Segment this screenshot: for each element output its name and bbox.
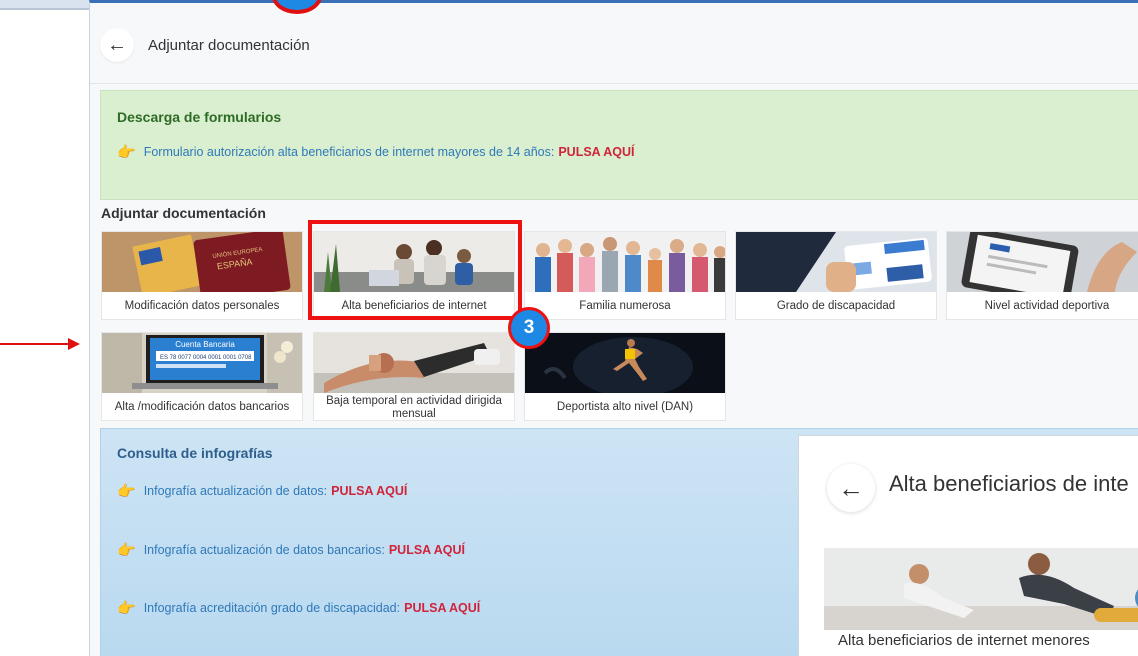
highlight-box bbox=[308, 220, 522, 320]
infographic-link-cta[interactable]: PULSA AQUÍ bbox=[404, 601, 480, 615]
card-label: Grado de discapacidad bbox=[776, 300, 896, 313]
card-baja-temporal[interactable]: Baja temporal en actividad dirigida mens… bbox=[313, 332, 515, 421]
infographic-link-row: 👉 Infografía actualización de datos: PUL… bbox=[117, 482, 407, 500]
card-label: Modificación datos personales bbox=[124, 300, 280, 313]
passport-image: UNIÓN EUROPEA ESPAÑA bbox=[102, 232, 302, 292]
pointing-hand-icon: 👉 bbox=[117, 144, 136, 161]
pointing-hand-icon: 👉 bbox=[117, 483, 136, 500]
top-window-strip bbox=[0, 0, 90, 10]
card-modificacion-datos-personales[interactable]: UNIÓN EUROPEA ESPAÑA Modificación datos … bbox=[101, 231, 303, 320]
disability-card-image bbox=[736, 232, 936, 292]
panel-title: Alta beneficiarios de inte bbox=[889, 471, 1129, 496]
header-divider bbox=[90, 83, 1138, 84]
infographic-link-cta[interactable]: PULSA AQUÍ bbox=[331, 484, 407, 498]
athlete-image bbox=[525, 333, 725, 393]
infographics-title: Consulta de infografías bbox=[117, 445, 273, 461]
back-button[interactable]: ← bbox=[100, 28, 134, 62]
infographic-link-text[interactable]: Infografía actualización de datos bancar… bbox=[144, 543, 385, 557]
infographic-link-row: 👉 Infografía actualización de datos banc… bbox=[117, 541, 465, 559]
panel-card[interactable]: Alta beneficiarios de internet menores bbox=[824, 548, 1138, 656]
download-link-text[interactable]: Formulario autorización alta beneficiari… bbox=[144, 145, 555, 159]
large-family-image bbox=[525, 232, 725, 292]
downloads-title: Descarga de formularios bbox=[117, 109, 282, 125]
detail-panel: ← Alta beneficiarios de inte Alta benefi… bbox=[798, 435, 1138, 656]
download-link-cta[interactable]: PULSA AQUÍ bbox=[558, 145, 634, 159]
page-header: ← Adjuntar documentación bbox=[100, 27, 310, 63]
injured-knee-image bbox=[314, 333, 514, 393]
card-nivel-actividad-deportiva[interactable]: Nivel actividad deportiva bbox=[946, 231, 1138, 320]
infographic-link-text[interactable]: Infografía actualización de datos: bbox=[144, 484, 327, 498]
father-son-exercise-image bbox=[824, 548, 1138, 630]
card-deportista-alto-nivel[interactable]: Deportista alto nivel (DAN) bbox=[524, 332, 726, 421]
svg-text:ES 78 0077 0004 0001 0001 0708: ES 78 0077 0004 0001 0001 0708 bbox=[160, 355, 252, 361]
infographic-link-text[interactable]: Infografía acreditación grado de discapa… bbox=[144, 601, 400, 615]
card-familia-numerosa[interactable]: Familia numerosa bbox=[524, 231, 726, 320]
panel-card-label: Alta beneficiarios de internet menores bbox=[838, 632, 1090, 649]
arrow-left-icon: ← bbox=[107, 33, 127, 56]
card-label: Deportista alto nivel (DAN) bbox=[556, 401, 694, 414]
card-label: Alta /modificación datos bancarios bbox=[114, 401, 290, 414]
infographic-link-cta[interactable]: PULSA AQUÍ bbox=[389, 543, 465, 557]
card-grado-discapacidad[interactable]: Grado de discapacidad bbox=[735, 231, 937, 320]
download-link-row: 👉 Formulario autorización alta beneficia… bbox=[117, 143, 635, 161]
card-alta-modificacion-datos-bancarios[interactable]: Cuenta Bancaria ES 78 0077 0004 0001 000… bbox=[101, 332, 303, 421]
arrow-right-icon bbox=[0, 338, 80, 350]
attach-section-title: Adjuntar documentación bbox=[101, 205, 266, 221]
infographic-link-row: 👉 Infografía acreditación grado de disca… bbox=[117, 599, 480, 617]
page-title: Adjuntar documentación bbox=[148, 36, 310, 54]
pointing-hand-icon: 👉 bbox=[117, 600, 136, 617]
card-label: Nivel actividad deportiva bbox=[984, 300, 1110, 313]
card-label: Baja temporal en actividad dirigida mens… bbox=[326, 394, 502, 420]
tablet-form-image bbox=[947, 232, 1138, 292]
downloads-panel: Descarga de formularios 👉 Formulario aut… bbox=[100, 90, 1138, 200]
bank-image-text: Cuenta Bancaria bbox=[175, 340, 235, 349]
pointing-hand-icon: 👉 bbox=[117, 542, 136, 559]
arrow-left-icon: ← bbox=[838, 472, 864, 503]
step-badge: 3 bbox=[508, 307, 550, 349]
bank-account-image: Cuenta Bancaria ES 78 0077 0004 0001 000… bbox=[102, 333, 302, 393]
panel-back-button[interactable]: ← bbox=[827, 464, 875, 512]
card-label: Familia numerosa bbox=[579, 300, 671, 313]
